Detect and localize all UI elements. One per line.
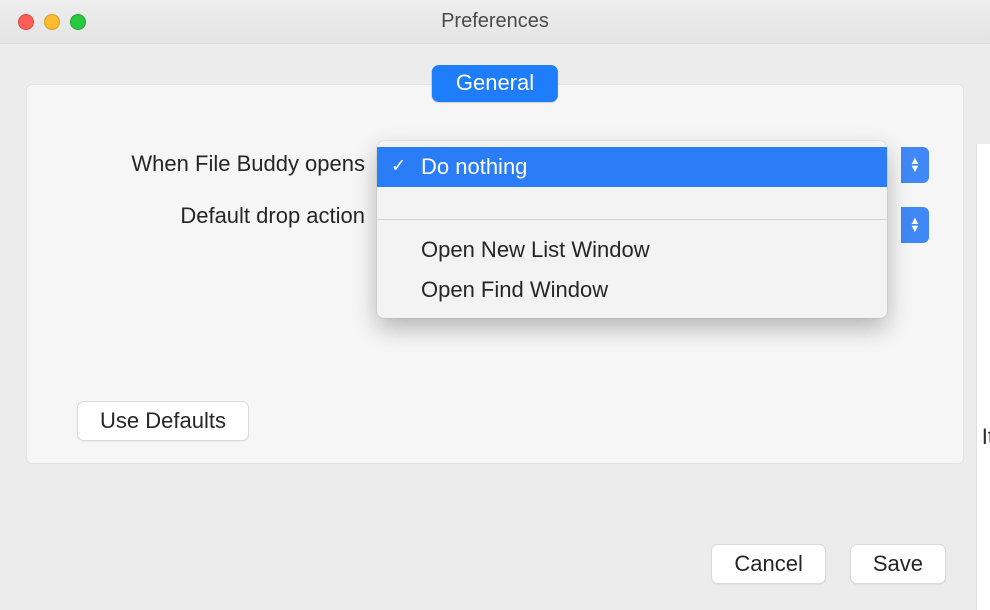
dropdown-on-open: ✓ Do nothing Open New List Window Open F…	[377, 141, 887, 318]
zoom-icon[interactable]	[70, 14, 86, 30]
popup-drop-action-arrows[interactable]	[901, 207, 929, 243]
menu-spacer	[377, 187, 887, 205]
minimize-icon[interactable]	[44, 14, 60, 30]
save-button[interactable]: Save	[850, 544, 946, 584]
label-on-open: When File Buddy opens	[57, 151, 377, 177]
menu-item-label: Open Find Window	[421, 277, 608, 302]
menu-item-do-nothing[interactable]: ✓ Do nothing	[377, 147, 887, 187]
use-defaults-wrap: Use Defaults	[77, 401, 249, 441]
background-text-fragment: It	[982, 424, 990, 450]
menu-separator	[377, 219, 887, 220]
preferences-panel: General When File Buddy opens Default dr…	[26, 84, 964, 464]
background-window-edge: It	[976, 144, 990, 610]
close-icon[interactable]	[18, 14, 34, 30]
cancel-button[interactable]: Cancel	[711, 544, 825, 584]
use-defaults-button[interactable]: Use Defaults	[77, 401, 249, 441]
window-title: Preferences	[0, 10, 990, 33]
menu-item-label: Do nothing	[421, 154, 527, 179]
menu-item-label: Open New List Window	[421, 237, 650, 262]
menu-item-open-new-list[interactable]: Open New List Window	[377, 230, 887, 270]
check-icon: ✓	[391, 155, 406, 176]
menu-item-open-find[interactable]: Open Find Window	[377, 270, 887, 310]
footer-buttons: Cancel Save	[711, 544, 946, 584]
tab-general[interactable]: General	[432, 65, 558, 102]
window-body: General When File Buddy opens Default dr…	[0, 44, 990, 610]
window-controls	[18, 14, 86, 30]
label-drop-action: Default drop action	[57, 203, 377, 229]
titlebar: Preferences	[0, 0, 990, 44]
popup-on-open-arrows[interactable]	[901, 147, 929, 183]
